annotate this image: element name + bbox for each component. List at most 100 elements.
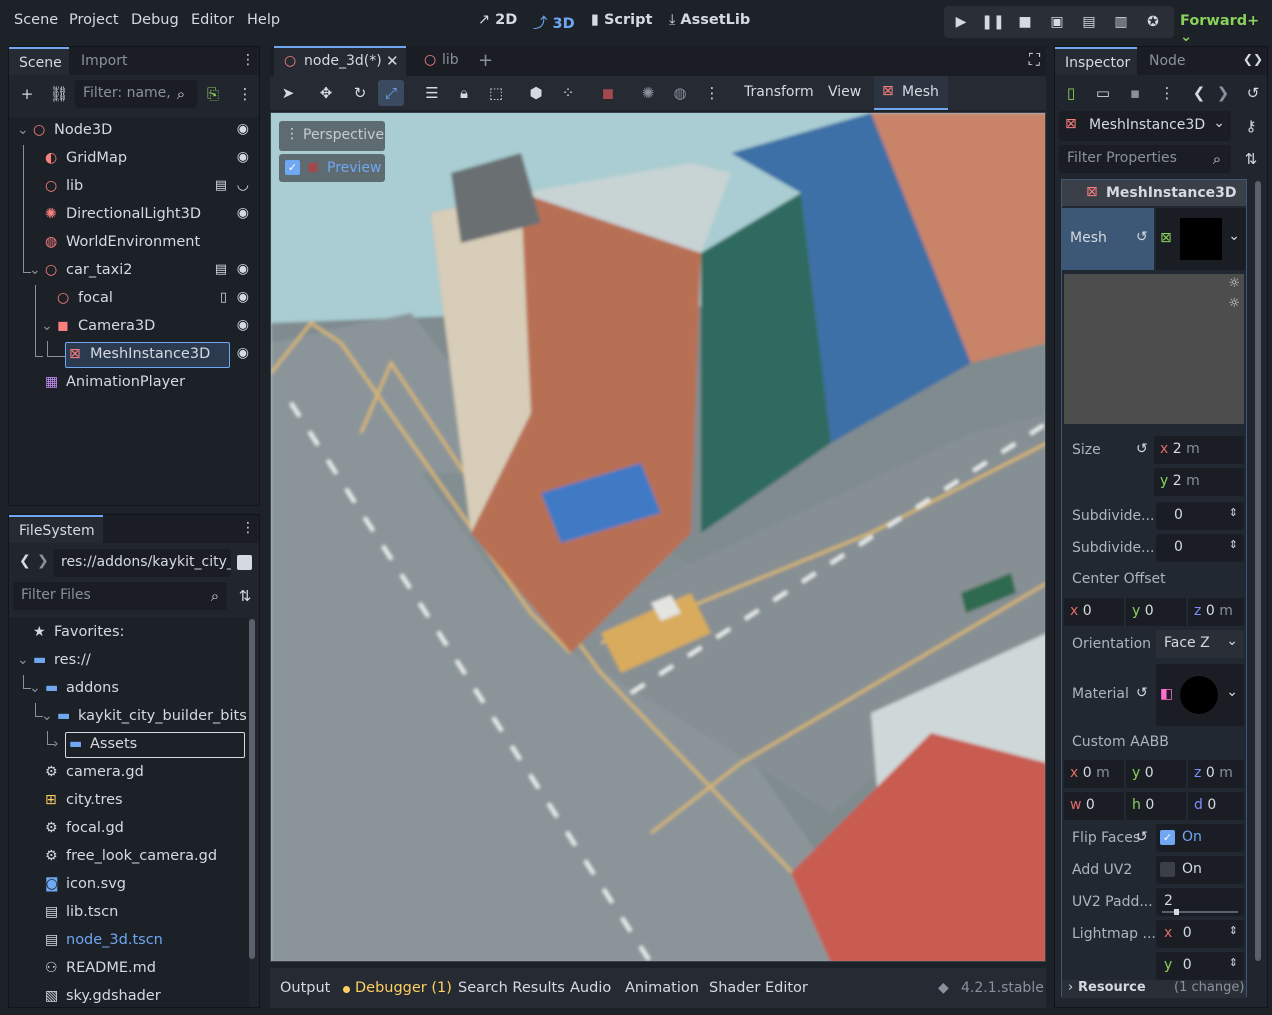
more-icon[interactable]: ⋮ bbox=[702, 83, 722, 103]
tree-item-focal[interactable]: ○ focal ▯ ◉ bbox=[9, 285, 257, 313]
aabb-d[interactable]: d 0 bbox=[1188, 792, 1244, 820]
file-item-node3d-tscn[interactable]: ▤ node_3d.tscn bbox=[9, 927, 257, 955]
open-folder-icon[interactable]: ▭ bbox=[1093, 83, 1113, 103]
file-item-readme[interactable]: ⚇ README.md bbox=[9, 955, 257, 983]
visibility-eye-icon[interactable]: ◉ bbox=[237, 317, 249, 333]
slider-grabber[interactable] bbox=[1174, 909, 1179, 915]
workspace-assetlib-button[interactable]: ⤓ AssetLib bbox=[669, 12, 750, 28]
subdivide-width-spinbox[interactable]: 0 ⇕ bbox=[1156, 502, 1244, 530]
snap-icon[interactable]: ⁘ bbox=[558, 83, 578, 103]
forward-icon[interactable]: ❯ bbox=[37, 553, 49, 569]
menu-scene[interactable]: Scene bbox=[14, 12, 58, 28]
split-mode-icon[interactable] bbox=[237, 555, 252, 570]
new-resource-icon[interactable]: ▯ bbox=[1061, 83, 1081, 103]
add-tab-icon[interactable]: + bbox=[478, 50, 493, 71]
tree-item-directionallight3d[interactable]: ✺ DirectionalLight3D ◉ bbox=[9, 201, 257, 229]
node-type-selector[interactable]: ⊠ MeshInstance3D ⌄ bbox=[1059, 111, 1231, 141]
visibility-eye-icon[interactable]: ◉ bbox=[237, 205, 249, 221]
file-item-res[interactable]: ⌄ ▬ res:// bbox=[9, 647, 257, 675]
history-forward-icon[interactable]: ❯ bbox=[1213, 83, 1233, 103]
collapse-arrow-icon[interactable]: ⌄ bbox=[41, 318, 53, 334]
environment-icon[interactable]: ◍ bbox=[670, 83, 690, 103]
stop-icon[interactable]: ■ bbox=[1011, 8, 1039, 36]
collapse-arrow-icon[interactable]: ⌄ bbox=[17, 122, 29, 138]
expand-arrow-icon[interactable]: › bbox=[53, 736, 59, 752]
light1-icon[interactable]: ☼ bbox=[1228, 276, 1240, 291]
view-menu[interactable]: View bbox=[828, 84, 861, 100]
revert-icon[interactable]: ↺ bbox=[1136, 441, 1148, 457]
property-sort-icon[interactable]: ⇅ bbox=[1241, 149, 1261, 169]
tree-item-lib[interactable]: ○ lib ▤ ◡ bbox=[9, 173, 257, 201]
scrollbar[interactable] bbox=[249, 619, 255, 959]
collapse-arrow-icon[interactable]: ⌄ bbox=[41, 708, 53, 724]
center-offset-x[interactable]: x 0 bbox=[1064, 598, 1124, 626]
save-icon[interactable]: ▪ bbox=[1125, 83, 1145, 103]
revert-icon[interactable]: ↺ bbox=[1136, 829, 1148, 845]
collapse-arrow-icon[interactable]: ⌄ bbox=[29, 262, 41, 278]
collapse-arrow-icon[interactable]: ⌄ bbox=[17, 652, 29, 668]
tab-lib[interactable]: ○ lib bbox=[414, 46, 474, 76]
mesh-resource-picker[interactable]: ⊠ ⌄ bbox=[1156, 208, 1246, 270]
tree-item-worldenvironment[interactable]: ◍ WorldEnvironment bbox=[9, 229, 257, 257]
nav-arrows-icon[interactable]: ❮❯ bbox=[1243, 52, 1263, 66]
dock-menu-icon[interactable]: ⋮ bbox=[241, 52, 255, 68]
tab-scene[interactable]: Scene bbox=[9, 47, 69, 75]
tab-debugger[interactable]: Debugger (1) bbox=[355, 980, 452, 996]
sun-icon[interactable]: ✺ bbox=[638, 83, 658, 103]
filter-properties-input[interactable]: Filter Properties bbox=[1059, 145, 1231, 173]
instance-scene-icon[interactable]: ⎘ bbox=[203, 84, 223, 104]
preview-toggle[interactable]: ✓ ◼ Preview bbox=[279, 154, 385, 182]
play-custom-icon[interactable]: ▥ bbox=[1107, 8, 1135, 36]
menu-project[interactable]: Project bbox=[69, 12, 119, 28]
lock-icon[interactable]: 🔒︎ bbox=[454, 83, 474, 103]
aabb-w[interactable]: w 0 bbox=[1064, 792, 1124, 820]
tab-node3d[interactable]: ○ node_3d(*) ✕ bbox=[274, 46, 406, 76]
revert-icon[interactable]: ↺ bbox=[1136, 685, 1148, 701]
open-scene-icon[interactable]: ▤ bbox=[215, 262, 227, 277]
sort-icon[interactable]: ⇅ bbox=[235, 586, 255, 606]
play-icon[interactable]: ▶ bbox=[947, 8, 975, 36]
path-field[interactable]: res://addons/kaykit_city_ bbox=[53, 549, 231, 577]
section-header[interactable]: ⊠ MeshInstance3D bbox=[1062, 180, 1246, 206]
object-properties-icon[interactable]: ⚷ bbox=[1241, 116, 1261, 136]
aabb-x[interactable]: x 0 m bbox=[1064, 760, 1124, 788]
tab-search-results[interactable]: Search Results bbox=[458, 980, 565, 996]
tree-item-animationplayer[interactable]: ▦ AnimationPlayer bbox=[9, 369, 257, 397]
visibility-hidden-icon[interactable]: ◡ bbox=[237, 177, 249, 193]
tab-filesystem[interactable]: FileSystem bbox=[9, 515, 103, 543]
tree-item-car-taxi2[interactable]: ⌄ ○ car_taxi2 ▤ ◉ bbox=[9, 257, 257, 285]
move-tool-icon[interactable]: ✥ bbox=[316, 83, 336, 103]
movie-icon[interactable]: ✪ bbox=[1139, 8, 1167, 36]
back-icon[interactable]: ❮ bbox=[19, 553, 31, 569]
history-back-icon[interactable]: ❮ bbox=[1189, 83, 1209, 103]
mesh-menu[interactable]: ⊠ Mesh bbox=[874, 76, 948, 110]
menu-help[interactable]: Help bbox=[247, 12, 280, 28]
file-item-camera-gd[interactable]: ⚙ camera.gd bbox=[9, 759, 257, 787]
subdivide-depth-spinbox[interactable]: 0 ⇕ bbox=[1156, 534, 1244, 562]
workspace-script-button[interactable]: ▮ Script bbox=[591, 12, 652, 28]
more-options-icon[interactable]: ⋮ bbox=[235, 84, 255, 104]
lightmap-y-spinbox[interactable]: y 0 ⇕ bbox=[1156, 952, 1244, 980]
open-scene-icon[interactable]: ▤ bbox=[215, 178, 227, 193]
file-item-addons[interactable]: ⌄ ▬ addons bbox=[9, 675, 257, 703]
tree-item-meshinstance3d[interactable]: ⊠ MeshInstance3D ◉ bbox=[9, 341, 257, 369]
select-tool-icon[interactable]: ➤ bbox=[278, 83, 298, 103]
workspace-2d-button[interactable]: ↗ 2D bbox=[478, 12, 517, 28]
visibility-eye-icon[interactable]: ◉ bbox=[237, 261, 249, 277]
uv2-padding-slider[interactable]: 2 bbox=[1156, 888, 1244, 916]
script-icon[interactable]: ▯ bbox=[220, 290, 227, 305]
tree-item-node3d[interactable]: ⌄ ○ Node3D ◉ bbox=[9, 117, 257, 145]
scale-tool-button[interactable]: ⤢ bbox=[378, 80, 404, 106]
viewport-3d[interactable]: ⋮ Perspective ✓ ◼ Preview bbox=[270, 112, 1046, 962]
group-icon[interactable]: ⬚ bbox=[486, 83, 506, 103]
inspector-scrollbar[interactable] bbox=[1255, 181, 1261, 961]
tab-animation[interactable]: Animation bbox=[625, 980, 699, 996]
dock-menu-icon[interactable]: ⋮ bbox=[241, 520, 255, 536]
resource-section-header[interactable]: › Resource (1 change) bbox=[1062, 980, 1246, 998]
workspace-3d-button[interactable]: ⤴ 3D bbox=[533, 12, 575, 33]
menu-editor[interactable]: Editor bbox=[191, 12, 234, 28]
tab-import[interactable]: Import bbox=[71, 47, 137, 75]
play-scene-icon[interactable]: ▤ bbox=[1075, 8, 1103, 36]
fullscreen-icon[interactable]: ⛶ bbox=[1029, 50, 1040, 70]
perspective-button[interactable]: ⋮ Perspective bbox=[279, 121, 385, 151]
